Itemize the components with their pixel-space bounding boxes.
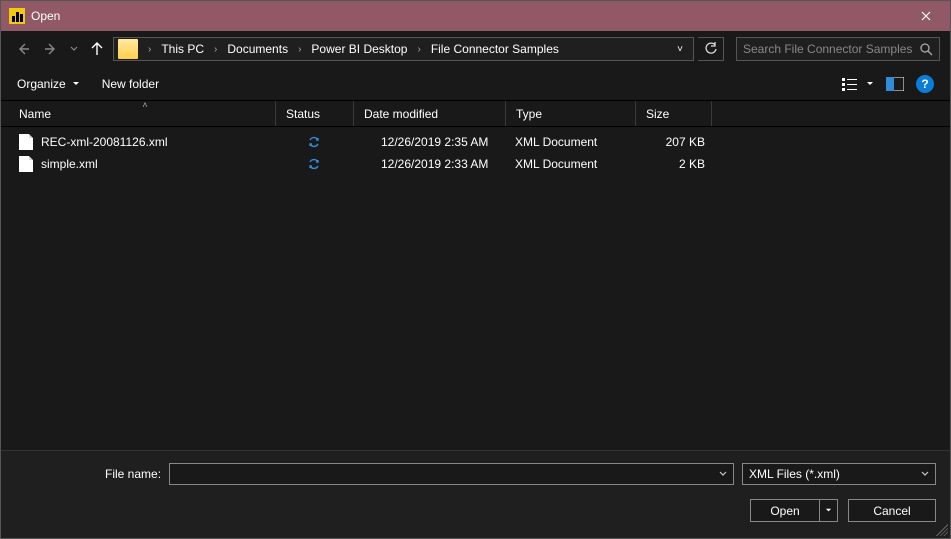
col-type-label: Type xyxy=(516,107,542,121)
filename-label: File name: xyxy=(105,467,161,481)
filetype-label: XML Files (*.xml) xyxy=(749,467,840,481)
preview-pane-icon xyxy=(886,77,904,91)
chevron-right-icon: › xyxy=(208,44,223,55)
col-header-extra xyxy=(711,101,936,126)
file-type-label: XML Document xyxy=(505,157,635,171)
refresh-button[interactable] xyxy=(698,37,724,61)
forward-button[interactable] xyxy=(39,37,63,61)
col-header-name[interactable]: Name ˄ xyxy=(15,101,275,126)
col-name-label: Name xyxy=(19,107,51,121)
file-size-label: 207 KB xyxy=(635,135,711,149)
file-date-label: 12/26/2019 2:35 AM xyxy=(353,135,505,149)
arrow-left-icon xyxy=(16,42,30,56)
file-name-label: REC-xml-20081126.xml xyxy=(41,135,168,149)
search-input[interactable] xyxy=(743,42,914,56)
open-dropdown[interactable] xyxy=(819,500,837,521)
chevron-down-icon xyxy=(70,45,78,53)
resize-grip[interactable] xyxy=(936,524,948,536)
navbar: › This PC › Documents › Power BI Desktop… xyxy=(1,31,950,67)
back-button[interactable] xyxy=(11,37,35,61)
chevron-right-icon: › xyxy=(142,44,157,55)
col-header-type[interactable]: Type xyxy=(505,101,635,126)
cancel-label: Cancel xyxy=(873,504,910,518)
breadcrumb-seg-samples[interactable]: File Connector Samples xyxy=(427,42,563,56)
file-type-label: XML Document xyxy=(505,135,635,149)
file-size-label: 2 KB xyxy=(635,157,711,171)
cancel-button[interactable]: Cancel xyxy=(848,499,936,522)
bottom-panel: File name: XML Files (*.xml) Open Cancel xyxy=(1,450,950,538)
newfolder-button[interactable]: New folder xyxy=(102,77,159,91)
folder-icon xyxy=(118,39,138,59)
sort-asc-icon: ˄ xyxy=(142,100,147,110)
search-icon xyxy=(920,43,933,56)
titlebar: Open xyxy=(1,1,950,31)
window-title: Open xyxy=(31,9,903,23)
chevron-down-icon[interactable]: ˅ xyxy=(671,44,689,55)
col-header-size[interactable]: Size xyxy=(635,101,711,126)
col-header-status[interactable]: Status xyxy=(275,101,353,126)
file-date-label: 12/26/2019 2:33 AM xyxy=(353,157,505,171)
organize-label: Organize xyxy=(17,77,66,91)
refresh-icon xyxy=(704,42,718,56)
column-headers: Name ˄ Status Date modified Type Size xyxy=(1,101,950,127)
file-name-label: simple.xml xyxy=(41,157,98,171)
breadcrumb-seg-thispc[interactable]: This PC xyxy=(157,42,208,56)
close-button[interactable] xyxy=(903,1,948,31)
col-header-date[interactable]: Date modified xyxy=(353,101,505,126)
organize-button[interactable]: Organize xyxy=(17,77,80,91)
sync-icon xyxy=(307,157,321,171)
recent-dropdown[interactable] xyxy=(67,37,81,61)
file-row[interactable]: simple.xml 12/26/2019 2:33 AM XML Docume… xyxy=(15,153,936,175)
breadcrumb-seg-powerbi[interactable]: Power BI Desktop xyxy=(307,42,411,56)
col-date-label: Date modified xyxy=(364,107,438,121)
open-label: Open xyxy=(751,500,819,521)
chevron-down-icon[interactable] xyxy=(719,470,727,478)
preview-pane-button[interactable] xyxy=(886,77,904,91)
file-list: REC-xml-20081126.xml 12/26/2019 2:35 AM … xyxy=(1,127,950,450)
file-row[interactable]: REC-xml-20081126.xml 12/26/2019 2:35 AM … xyxy=(15,131,936,153)
help-button[interactable]: ? xyxy=(916,75,934,93)
toolbar: Organize New folder ? xyxy=(1,67,950,101)
list-view-icon xyxy=(842,77,862,91)
file-icon xyxy=(19,134,33,150)
view-options-button[interactable] xyxy=(842,77,874,91)
arrow-up-icon xyxy=(90,42,104,56)
arrow-right-icon xyxy=(44,42,58,56)
chevron-down-icon xyxy=(825,507,832,514)
chevron-down-icon xyxy=(866,80,874,88)
chevron-right-icon: › xyxy=(411,44,426,55)
filetype-select[interactable]: XML Files (*.xml) xyxy=(742,463,936,485)
breadcrumb-seg-documents[interactable]: Documents xyxy=(223,42,292,56)
col-size-label: Size xyxy=(646,107,669,121)
search-box[interactable] xyxy=(736,37,940,61)
sync-icon xyxy=(307,135,321,149)
chevron-down-icon xyxy=(921,470,929,478)
open-button[interactable]: Open xyxy=(750,499,838,522)
chevron-down-icon xyxy=(72,80,80,88)
app-icon xyxy=(9,8,25,24)
filename-combobox[interactable] xyxy=(169,463,734,485)
breadcrumb[interactable]: › This PC › Documents › Power BI Desktop… xyxy=(113,37,694,61)
close-icon xyxy=(921,11,931,21)
help-icon: ? xyxy=(921,77,928,91)
col-status-label: Status xyxy=(286,107,320,121)
up-button[interactable] xyxy=(85,37,109,61)
chevron-right-icon: › xyxy=(292,44,307,55)
file-icon xyxy=(19,156,33,172)
newfolder-label: New folder xyxy=(102,77,159,91)
filename-input[interactable] xyxy=(176,467,719,481)
